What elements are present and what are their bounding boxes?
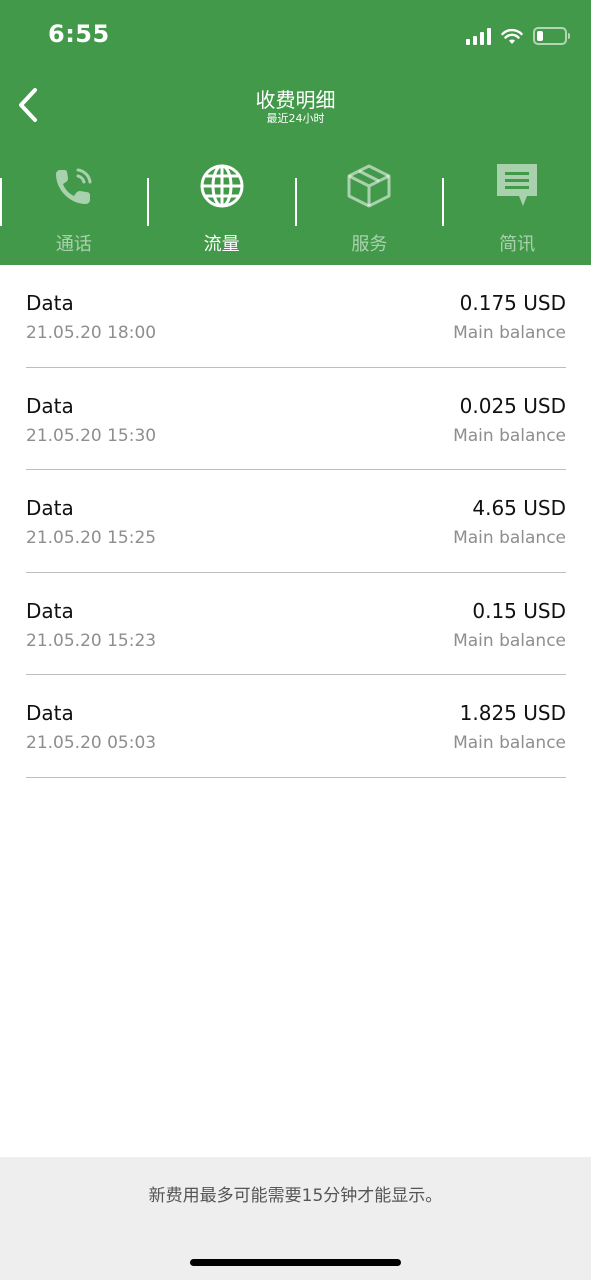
tab-data[interactable]: 流量 [148, 150, 296, 265]
charge-amount: 0.175 USD [459, 291, 566, 315]
box-icon [345, 162, 393, 210]
charge-type: Data [26, 291, 74, 315]
charge-type: Data [26, 701, 74, 725]
charge-date: 21.05.20 05:03 [26, 733, 157, 753]
list-item[interactable]: Data 21.05.20 18:00 0.175 USD Main balan… [26, 265, 566, 368]
charge-date: 21.05.20 15:23 [26, 630, 157, 651]
status-bar: 6:55 [0, 0, 591, 70]
header: 6:55 收费明细 最近24小时 通话 流量 服务 简讯 [0, 0, 591, 265]
charge-type: Data [26, 598, 74, 623]
list-item[interactable]: Data 21.05.20 15:30 0.025 USD Main balan… [26, 368, 566, 470]
battery-icon [533, 27, 570, 45]
wifi-icon [501, 28, 523, 44]
nav-bar: 收费明细 最近24小时 [0, 70, 591, 150]
status-time: 6:55 [48, 20, 110, 48]
category-tabs: 通话 流量 服务 简讯 [0, 150, 591, 265]
cellular-signal-icon [466, 27, 491, 45]
page-title: 收费明细 [255, 88, 336, 112]
phone-icon [50, 162, 98, 210]
tab-messages[interactable]: 简讯 [443, 150, 591, 265]
charge-date: 21.05.20 15:30 [26, 425, 157, 446]
tab-services[interactable]: 服务 [296, 150, 444, 265]
charges-list: Data 21.05.20 18:00 0.175 USD Main balan… [26, 265, 566, 778]
tab-calls-label: 通话 [55, 234, 92, 255]
screen: 6:55 收费明细 最近24小时 通话 流量 服务 简讯 Data 21.05.… [0, 0, 591, 1280]
charge-balance: Main balance [453, 323, 566, 343]
charge-type: Data [26, 496, 74, 520]
charge-date: 21.05.20 18:00 [26, 323, 157, 343]
charge-balance: Main balance [453, 733, 566, 753]
list-item[interactable]: Data 21.05.20 15:23 0.15 USD Main balanc… [26, 573, 566, 675]
charge-amount: 0.025 USD [459, 393, 566, 418]
charge-amount: 0.15 USD [472, 598, 566, 623]
charge-balance: Main balance [453, 425, 566, 446]
home-indicator[interactable] [190, 1259, 401, 1266]
tab-data-label: 流量 [203, 234, 240, 255]
globe-icon [198, 162, 246, 210]
tab-calls[interactable]: 通话 [0, 150, 148, 265]
charge-balance: Main balance [453, 630, 566, 651]
tab-messages-label: 简讯 [499, 234, 536, 255]
list-item[interactable]: Data 21.05.20 05:03 1.825 USD Main balan… [26, 675, 566, 778]
tab-services-label: 服务 [351, 234, 388, 255]
status-icons [466, 24, 570, 48]
charge-amount: 4.65 USD [472, 496, 566, 520]
message-icon [493, 162, 541, 210]
footer: 新费用最多可能需要15分钟才能显示。 [0, 1157, 591, 1280]
charge-type: Data [26, 393, 74, 418]
footer-note: 新费用最多可能需要15分钟才能显示。 [148, 1186, 443, 1206]
charge-balance: Main balance [453, 528, 566, 548]
charge-amount: 1.825 USD [459, 701, 566, 725]
charge-date: 21.05.20 15:25 [26, 528, 157, 548]
page-subtitle: 最近24小时 [266, 112, 325, 125]
list-item[interactable]: Data 21.05.20 15:25 4.65 USD Main balanc… [26, 470, 566, 573]
